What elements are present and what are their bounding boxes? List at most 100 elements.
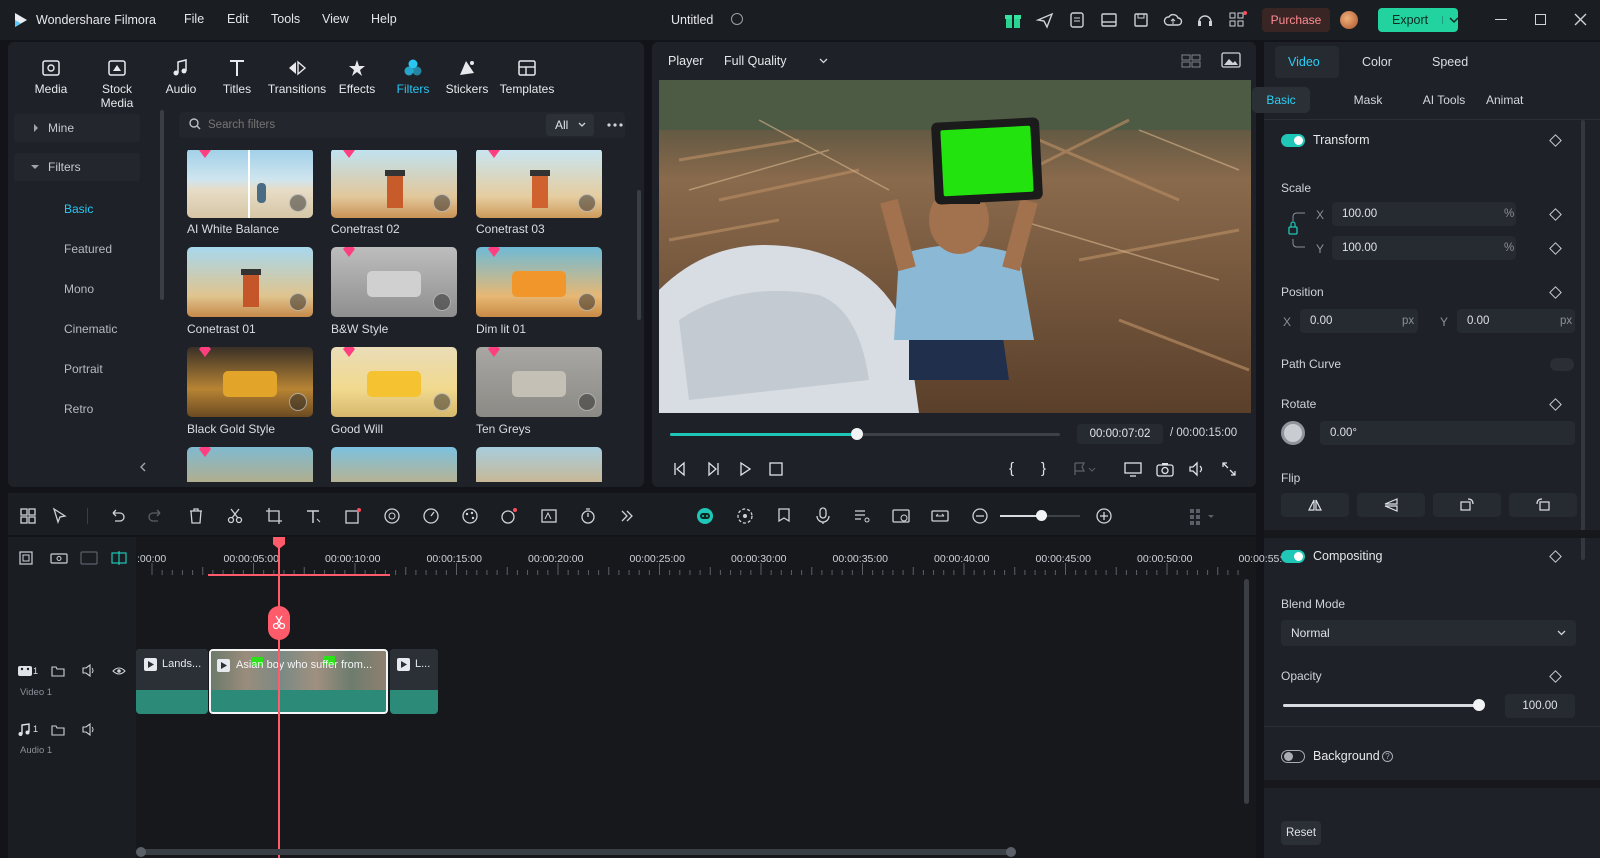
background-toggle[interactable] — [1281, 750, 1305, 763]
tool-audio[interactable]: Audio — [151, 58, 211, 96]
track-manager-icon[interactable] — [80, 550, 98, 566]
download-icon[interactable] — [578, 293, 596, 311]
redo-icon[interactable] — [146, 506, 166, 526]
split-playhead-button[interactable] — [268, 606, 290, 640]
crop-icon[interactable] — [264, 506, 284, 526]
avatar[interactable] — [1340, 11, 1358, 29]
subtab-ai-tools[interactable]: AI Tools — [1412, 87, 1476, 113]
camera-snapshot-icon[interactable] — [1156, 461, 1174, 477]
filter-thumb-ten-greys[interactable] — [476, 347, 602, 417]
tool-templates[interactable]: Templates — [497, 58, 557, 96]
download-icon[interactable] — [433, 393, 451, 411]
timeline-settings-icon[interactable] — [1188, 506, 1214, 526]
video-clip[interactable]: L... — [390, 649, 438, 714]
playback-progress-track[interactable] — [670, 433, 1060, 436]
audio-mixer-icon[interactable] — [852, 506, 872, 526]
reset-button[interactable]: Reset — [1281, 821, 1321, 845]
more-options-icon[interactable] — [607, 123, 623, 127]
opacity-slider-handle[interactable] — [1473, 699, 1485, 711]
scale-y-input[interactable]: 100.00 — [1332, 236, 1516, 260]
download-icon[interactable] — [433, 293, 451, 311]
tab-speed[interactable]: Speed — [1432, 55, 1468, 69]
folder-icon[interactable] — [51, 664, 65, 677]
fit-timeline-icon[interactable] — [930, 506, 950, 526]
more-tools-icon[interactable] — [617, 506, 637, 526]
timeline-horizontal-scrollbar[interactable] — [136, 847, 1016, 857]
display-settings-icon[interactable] — [1124, 461, 1142, 477]
mark-out-icon[interactable]: } — [1041, 460, 1046, 477]
volume-icon[interactable] — [1188, 461, 1206, 477]
compositing-toggle[interactable] — [1281, 550, 1305, 563]
image-snapshot-icon[interactable] — [1221, 52, 1241, 68]
purchase-button[interactable]: Purchase — [1262, 8, 1330, 32]
path-curve-toggle[interactable] — [1550, 358, 1574, 371]
cloud-upload-icon[interactable] — [1163, 10, 1183, 30]
export-button[interactable]: Export — [1378, 8, 1459, 32]
tab-video[interactable]: Video — [1288, 55, 1320, 69]
tool-media[interactable]: Media — [21, 58, 81, 96]
rotate-clockwise-button[interactable] — [1433, 493, 1501, 517]
subtab-mask[interactable]: Mask — [1340, 87, 1396, 113]
delete-icon[interactable] — [186, 506, 206, 526]
download-icon[interactable] — [578, 393, 596, 411]
download-icon[interactable] — [289, 393, 307, 411]
rotate-counterclockwise-button[interactable] — [1509, 493, 1577, 517]
layout-icon[interactable] — [1099, 10, 1119, 30]
collapse-panel-icon[interactable] — [139, 462, 147, 472]
text-tool-icon[interactable] — [303, 506, 323, 526]
color-match-icon[interactable] — [382, 506, 402, 526]
video-clip-selected[interactable]: Asian boy who suffer from... — [209, 649, 388, 714]
menu-help[interactable]: Help — [371, 12, 397, 26]
subcategory-featured[interactable]: Featured — [64, 242, 112, 256]
send-icon[interactable] — [1035, 10, 1055, 30]
zoom-slider-handle[interactable] — [1036, 510, 1047, 521]
scale-x-input[interactable]: 100.00 — [1332, 202, 1516, 226]
opacity-input[interactable]: 100.00 — [1505, 694, 1575, 718]
menu-view[interactable]: View — [322, 12, 349, 26]
shape-mask-icon[interactable] — [343, 506, 363, 526]
position-x-input[interactable]: 0.00 — [1300, 309, 1418, 333]
restore-icon[interactable] — [1535, 14, 1546, 25]
layout-grid-icon[interactable] — [18, 506, 38, 526]
download-icon[interactable] — [289, 194, 307, 212]
subtab-basic[interactable]: Basic — [1252, 87, 1310, 113]
nav-scrollbar[interactable] — [160, 110, 164, 300]
tool-filters[interactable]: Filters — [383, 58, 443, 96]
filter-thumb-conetrast-02[interactable] — [331, 150, 457, 218]
tool-stickers[interactable]: Stickers — [437, 58, 497, 96]
undo-icon[interactable] — [107, 506, 127, 526]
ai-assistant-icon[interactable] — [695, 506, 715, 526]
lock-ratio-icon[interactable] — [1287, 211, 1307, 251]
help-icon[interactable]: ? — [1382, 751, 1393, 762]
next-frame-icon[interactable] — [705, 461, 721, 477]
filter-thumb[interactable] — [476, 447, 602, 482]
tool-stock-media[interactable]: Stock Media — [84, 58, 150, 110]
subcategory-retro[interactable]: Retro — [64, 402, 93, 416]
timeline-vertical-scrollbar[interactable] — [1244, 579, 1249, 804]
tool-transitions[interactable]: Transitions — [267, 58, 327, 96]
play-icon[interactable] — [737, 461, 753, 477]
transform-toggle[interactable] — [1281, 134, 1305, 147]
speed-icon[interactable] — [421, 506, 441, 526]
timer-icon[interactable] — [578, 506, 598, 526]
tool-effects[interactable]: Effects — [327, 58, 387, 96]
filter-thumb-good-will[interactable] — [331, 347, 457, 417]
menu-file[interactable]: File — [184, 12, 204, 26]
fullscreen-icon[interactable] — [1221, 461, 1237, 477]
snap-magnet-icon[interactable] — [110, 550, 128, 566]
menu-tools[interactable]: Tools — [271, 12, 300, 26]
current-time[interactable]: 00:00:07:02 — [1077, 424, 1163, 444]
zoom-in-icon[interactable] — [1094, 506, 1114, 526]
zoom-out-icon[interactable] — [970, 506, 990, 526]
cloud-document-icon[interactable] — [1067, 10, 1087, 30]
rotate-dial[interactable] — [1281, 421, 1305, 445]
filter-thumb-ai-white-balance[interactable] — [187, 150, 313, 218]
subcategory-portrait[interactable]: Portrait — [64, 362, 103, 376]
previous-frame-icon[interactable] — [672, 461, 688, 477]
render-icon[interactable] — [735, 506, 755, 526]
marker-icon[interactable] — [774, 506, 794, 526]
picture-in-picture-icon[interactable] — [891, 506, 911, 526]
select-tool-icon[interactable] — [50, 506, 70, 526]
tool-titles[interactable]: Titles — [207, 58, 267, 96]
library-scrollbar[interactable] — [637, 190, 641, 320]
